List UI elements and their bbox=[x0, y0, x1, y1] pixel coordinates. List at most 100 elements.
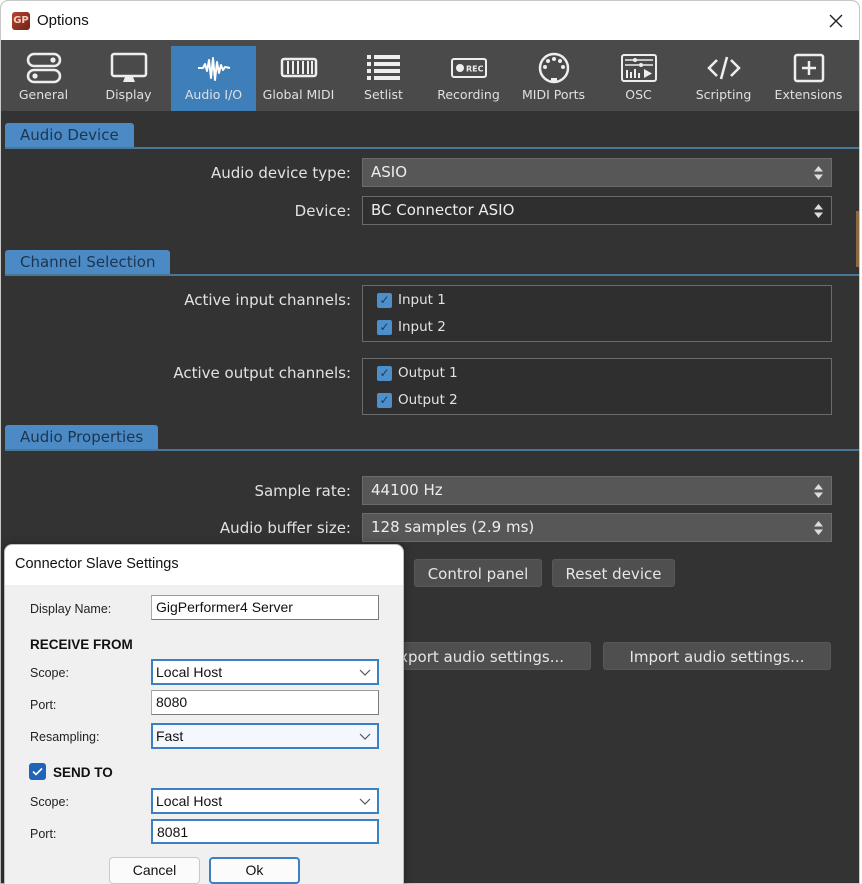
section-title: Channel Selection bbox=[5, 250, 171, 275]
input-channels-list: ✓ Input 1 ✓ Input 2 bbox=[362, 285, 832, 342]
send-port-input[interactable]: 8081 bbox=[151, 819, 379, 844]
code-icon bbox=[706, 56, 741, 80]
tab-display[interactable]: Display bbox=[86, 46, 171, 111]
audio-device-type-select[interactable]: ASIO bbox=[362, 158, 832, 187]
input-channel-2[interactable]: ✓ Input 2 bbox=[377, 319, 446, 335]
selected-value: Local Host bbox=[156, 664, 223, 680]
receive-scope-select[interactable]: Local Host bbox=[151, 659, 379, 685]
tab-audio-io[interactable]: Audio I/O bbox=[171, 46, 256, 111]
osc-icon bbox=[620, 54, 657, 82]
reset-device-button[interactable]: Reset device bbox=[552, 559, 675, 587]
tab-label: General bbox=[18, 87, 69, 102]
window-title: Options bbox=[37, 12, 89, 29]
chevron-down-icon bbox=[359, 798, 371, 805]
audio-buffer-size-label: Audio buffer size: bbox=[219, 519, 351, 537]
audio-properties-section-header: Audio Properties bbox=[1, 425, 859, 451]
output-channel-1[interactable]: ✓ Output 1 bbox=[377, 365, 458, 381]
resampling-label: Resampling: bbox=[30, 730, 100, 744]
tab-label: Setlist bbox=[364, 87, 403, 102]
channel-label: Input 2 bbox=[398, 319, 446, 335]
tab-label: MIDI Ports bbox=[521, 87, 586, 102]
send-scope-label: Scope: bbox=[30, 795, 69, 809]
section-divider bbox=[5, 274, 859, 276]
keyboard-icon bbox=[280, 57, 317, 78]
sample-rate-label: Sample rate: bbox=[254, 482, 351, 500]
waveform-icon bbox=[197, 57, 230, 81]
tab-label: Recording bbox=[437, 87, 500, 102]
active-input-channels-label: Active input channels: bbox=[184, 291, 351, 309]
tab-label: Extensions bbox=[774, 87, 843, 102]
checkbox-checked-icon: ✓ bbox=[377, 365, 392, 381]
audio-device-section-header: Audio Device bbox=[1, 123, 859, 149]
monitor-icon bbox=[110, 52, 147, 82]
section-title: Audio Device bbox=[5, 123, 134, 148]
section-divider bbox=[5, 147, 859, 149]
updown-arrows-icon bbox=[814, 521, 823, 535]
output-channels-list: ✓ Output 1 ✓ Output 2 bbox=[362, 358, 832, 415]
channel-label: Output 1 bbox=[398, 365, 458, 381]
title-bar: GP Options bbox=[1, 1, 859, 40]
section-title: Audio Properties bbox=[5, 425, 159, 450]
ok-button[interactable]: Ok bbox=[209, 857, 300, 884]
updown-arrows-icon bbox=[814, 204, 823, 218]
send-port-label: Port: bbox=[30, 827, 57, 841]
close-icon bbox=[829, 14, 843, 28]
selected-value: 44100 Hz bbox=[371, 481, 443, 499]
tab-label: Global MIDI bbox=[262, 87, 335, 102]
tab-recording[interactable]: REC Recording bbox=[426, 46, 511, 111]
toggles-icon bbox=[26, 52, 61, 84]
send-scope-select[interactable]: Local Host bbox=[151, 788, 379, 814]
receive-port-input[interactable]: 8080 bbox=[151, 690, 379, 715]
display-name-label: Display Name: bbox=[30, 602, 112, 616]
tab-setlist[interactable]: Setlist bbox=[341, 46, 426, 111]
audio-device-type-label: Audio device type: bbox=[210, 164, 351, 182]
selected-value: ASIO bbox=[371, 163, 408, 181]
checkbox-checked-icon: ✓ bbox=[377, 319, 392, 335]
channel-selection-section-header: Channel Selection bbox=[1, 250, 859, 276]
output-channel-2[interactable]: ✓ Output 2 bbox=[377, 392, 458, 408]
cancel-button[interactable]: Cancel bbox=[109, 857, 200, 884]
checkbox-checked-icon: ✓ bbox=[377, 292, 392, 308]
device-select[interactable]: BC Connector ASIO bbox=[362, 196, 832, 225]
plus-box-icon bbox=[793, 53, 824, 83]
tab-global-midi[interactable]: Global MIDI bbox=[256, 46, 341, 111]
checkmark-icon bbox=[32, 767, 43, 776]
channel-label: Input 1 bbox=[398, 292, 446, 308]
updown-arrows-icon bbox=[814, 166, 823, 180]
receive-from-heading: RECEIVE FROM bbox=[30, 637, 133, 652]
resampling-select[interactable]: Fast bbox=[151, 723, 379, 749]
input-channel-1[interactable]: ✓ Input 1 bbox=[377, 292, 446, 308]
gig-performer-app-icon: GP bbox=[12, 11, 30, 30]
window-edge-accent bbox=[856, 211, 859, 267]
send-to-checkbox[interactable] bbox=[29, 763, 46, 780]
close-button[interactable] bbox=[825, 10, 847, 32]
rec-icon: REC bbox=[450, 58, 487, 78]
device-label: Device: bbox=[294, 202, 351, 220]
control-panel-button[interactable]: Control panel bbox=[414, 559, 542, 587]
selected-value: Local Host bbox=[156, 793, 223, 809]
send-to-heading: SEND TO bbox=[53, 765, 113, 780]
tab-scripting[interactable]: Scripting bbox=[681, 46, 766, 111]
tab-general[interactable]: General bbox=[1, 46, 86, 111]
dialog-title: Connector Slave Settings bbox=[5, 545, 403, 585]
receive-scope-label: Scope: bbox=[30, 666, 69, 680]
receive-port-label: Port: bbox=[30, 698, 57, 712]
import-audio-settings-button[interactable]: Import audio settings... bbox=[603, 642, 831, 670]
selected-value: Fast bbox=[156, 728, 184, 744]
tab-midi-ports[interactable]: MIDI Ports bbox=[511, 46, 596, 111]
section-divider bbox=[5, 449, 859, 451]
options-toolbar: General Display Audio I/O Global MIDI Se… bbox=[1, 40, 859, 111]
svg-text:REC: REC bbox=[466, 65, 484, 74]
sample-rate-select[interactable]: 44100 Hz bbox=[362, 476, 832, 505]
checkbox-checked-icon: ✓ bbox=[377, 392, 392, 408]
midi-din-icon bbox=[538, 52, 569, 84]
tab-label: Audio I/O bbox=[184, 87, 243, 102]
tab-extensions[interactable]: Extensions bbox=[766, 46, 851, 111]
active-output-channels-label: Active output channels: bbox=[173, 364, 351, 382]
connector-slave-settings-dialog: Connector Slave Settings Display Name: G… bbox=[4, 544, 404, 884]
audio-buffer-size-select[interactable]: 128 samples (2.9 ms) bbox=[362, 513, 832, 542]
tab-osc[interactable]: OSC bbox=[596, 46, 681, 111]
chevron-down-icon bbox=[359, 733, 371, 740]
display-name-input[interactable]: GigPerformer4 Server bbox=[151, 595, 379, 620]
channel-label: Output 2 bbox=[398, 392, 458, 408]
